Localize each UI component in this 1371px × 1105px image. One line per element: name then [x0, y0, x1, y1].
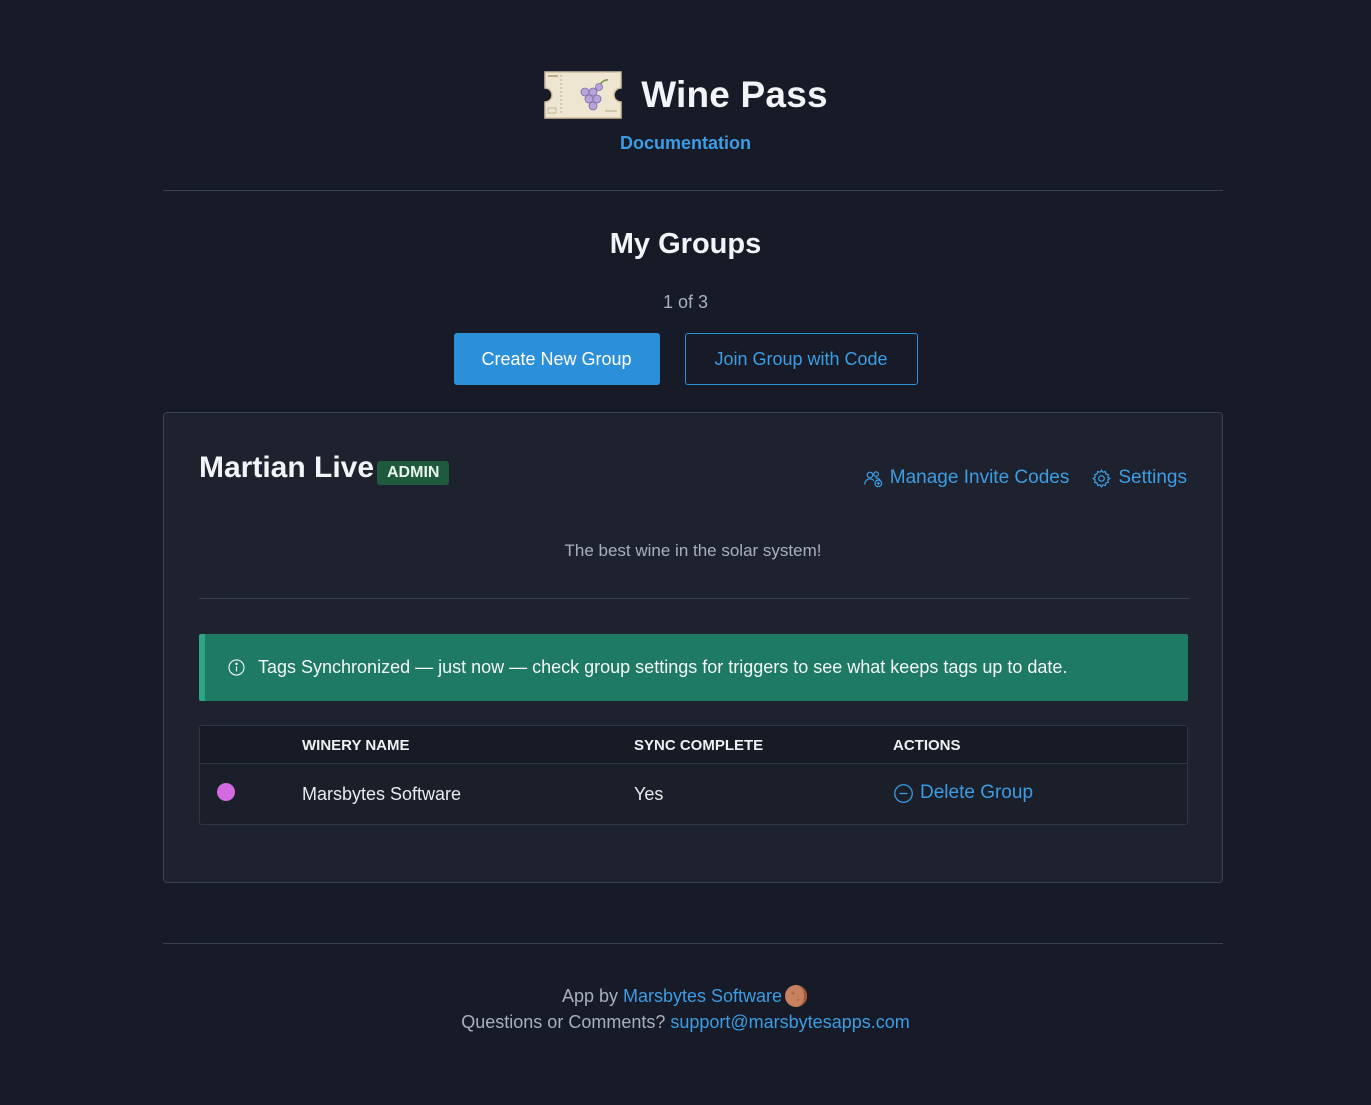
footer-divider [163, 943, 1223, 944]
sync-alert-text: Tags Synchronized — just now — check gro… [258, 657, 1068, 677]
logo-row: Wine Pass [0, 70, 1371, 120]
join-group-button[interactable]: Join Group with Code [684, 333, 918, 385]
footer-app-by: App by [561, 985, 618, 1006]
status-dot [217, 783, 235, 801]
group-description: The best wine in the solar system! [564, 541, 822, 560]
info-icon [228, 659, 245, 676]
manage-invite-codes-link[interactable]: Manage Invite Codes [863, 467, 1070, 489]
winery-table: WINERY NAME SYNC COMPLETE ACTIONS Marsby… [199, 725, 1188, 825]
footer-questions: Questions or Comments? [461, 1012, 671, 1032]
column-header-actions: ACTIONS [893, 737, 961, 754]
settings-label: Settings [1118, 467, 1187, 488]
header-divider [163, 190, 1223, 191]
documentation-link[interactable]: Documentation [0, 133, 1371, 154]
gear-icon [1092, 468, 1112, 488]
column-header-sync-complete: SYNC COMPLETE [634, 737, 764, 754]
sync-alert: Tags Synchronized — just now — check gro… [199, 634, 1188, 701]
footer-contact: Questions or Comments? support@marsbytes… [0, 1012, 1371, 1033]
card-divider [199, 598, 1189, 599]
support-email-link[interactable]: support@marsbytesapps.com [670, 1012, 909, 1032]
settings-link[interactable]: Settings [1091, 467, 1187, 489]
ticket-grapes-logo [544, 71, 622, 119]
create-group-button[interactable]: Create New Group [453, 333, 660, 385]
minus-circle-icon [894, 783, 913, 803]
sync-complete-cell: Yes [634, 784, 664, 804]
column-header-winery-name: WINERY NAME [302, 737, 410, 754]
group-card: Martian Live ADMIN Manage Invite Codes S… [163, 412, 1223, 883]
delete-group-label: Delete Group [920, 782, 1034, 803]
app-header: Wine Pass Documentation [0, 0, 1371, 190]
page-title: My Groups [609, 228, 762, 260]
role-badge: ADMIN [377, 461, 450, 485]
manage-invite-codes-label: Manage Invite Codes [889, 467, 1070, 488]
table-header: WINERY NAME SYNC COMPLETE ACTIONS [200, 726, 1187, 764]
company-link[interactable]: Marsbytes Software [623, 986, 782, 1007]
app-title: Wine Pass [641, 74, 828, 115]
group-name: Martian Live [199, 451, 375, 484]
winery-name-cell: Marsbytes Software [302, 784, 462, 804]
table-row: Marsbytes Software Yes Delete Group [200, 764, 1187, 824]
users-invite-icon [863, 470, 883, 487]
group-actions: Create New Group Join Group with Code [0, 333, 1371, 385]
mars-planet-icon [785, 985, 808, 1007]
card-actions: Manage Invite Codes Settings [863, 467, 1187, 489]
group-counter: 1 of 3 [662, 292, 709, 312]
delete-group-link[interactable]: Delete Group [893, 782, 1033, 804]
footer-credit: App by Marsbytes Software [0, 983, 1371, 1009]
